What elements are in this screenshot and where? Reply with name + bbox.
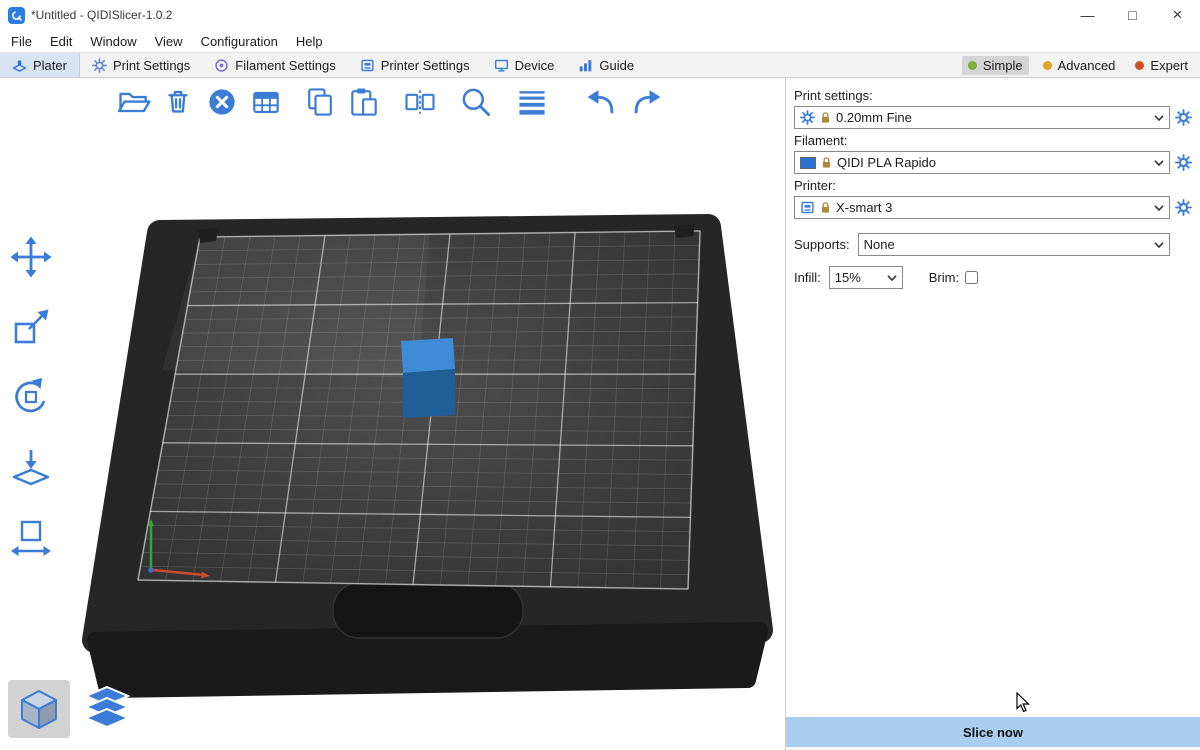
open-file-button[interactable] bbox=[116, 84, 152, 120]
window-title: *Untitled - QIDISlicer-1.0.2 bbox=[31, 8, 172, 22]
lock-icon bbox=[821, 156, 832, 169]
tab-print-settings[interactable]: Print Settings bbox=[80, 53, 202, 77]
menu-view[interactable]: View bbox=[146, 34, 192, 49]
mode-label: Simple bbox=[983, 58, 1023, 73]
split-objects-button[interactable] bbox=[402, 84, 438, 120]
filament-gear-button[interactable] bbox=[1170, 154, 1192, 171]
app-window: *Untitled - QIDISlicer-1.0.2 — □ × File … bbox=[0, 0, 1200, 750]
menu-edit[interactable]: Edit bbox=[41, 34, 81, 49]
tab-label: Printer Settings bbox=[381, 58, 470, 73]
maximize-button[interactable]: □ bbox=[1110, 0, 1155, 30]
expert-mode-dot-icon bbox=[1135, 61, 1144, 70]
menu-bar: File Edit Window View Configuration Help bbox=[0, 30, 1200, 52]
menu-help[interactable]: Help bbox=[287, 34, 332, 49]
printer-combo[interactable]: X-smart 3 bbox=[794, 196, 1170, 219]
print-profile-gear-icon bbox=[800, 110, 815, 125]
chevron-down-icon bbox=[1154, 242, 1164, 248]
title-bar: *Untitled - QIDISlicer-1.0.2 — □ × bbox=[0, 0, 1200, 30]
tab-guide[interactable]: Guide bbox=[566, 53, 646, 77]
print-settings-combo[interactable]: 0.20mm Fine bbox=[794, 106, 1170, 129]
menu-file[interactable]: File bbox=[2, 34, 41, 49]
printer-icon bbox=[800, 200, 815, 215]
tab-label: Plater bbox=[33, 58, 67, 73]
editor-view-button[interactable] bbox=[8, 680, 70, 738]
tab-label: Device bbox=[515, 58, 555, 73]
printer-gear-button[interactable] bbox=[1170, 199, 1192, 216]
mode-advanced[interactable]: Advanced bbox=[1037, 56, 1122, 75]
app-logo-icon bbox=[8, 7, 25, 24]
search-button[interactable] bbox=[458, 84, 494, 120]
chevron-down-icon bbox=[1154, 160, 1164, 166]
mouse-cursor-icon bbox=[1016, 692, 1030, 714]
supports-combo[interactable]: None bbox=[858, 233, 1170, 256]
undo-button[interactable] bbox=[584, 84, 620, 120]
print-settings-value: 0.20mm Fine bbox=[836, 110, 912, 125]
printer-label: Printer: bbox=[794, 178, 1192, 193]
tab-filament-settings[interactable]: Filament Settings bbox=[202, 53, 347, 77]
filament-color-swatch bbox=[800, 157, 816, 169]
slice-now-button[interactable]: Slice now bbox=[786, 717, 1200, 747]
filament-combo[interactable]: QIDI PLA Rapido bbox=[794, 151, 1170, 174]
gizmo-toolbar bbox=[8, 234, 54, 560]
minimize-button[interactable]: — bbox=[1065, 0, 1110, 30]
close-button[interactable]: × bbox=[1155, 0, 1200, 30]
mode-switcher: Simple Advanced Expert bbox=[962, 53, 1200, 77]
infill-combo[interactable]: 15% bbox=[829, 266, 903, 289]
tab-printer-settings[interactable]: Printer Settings bbox=[348, 53, 482, 77]
copy-button[interactable] bbox=[302, 84, 338, 120]
redo-button[interactable] bbox=[628, 84, 664, 120]
brim-label: Brim: bbox=[929, 270, 959, 285]
tab-device[interactable]: Device bbox=[482, 53, 567, 77]
mode-label: Advanced bbox=[1058, 58, 1116, 73]
infill-value: 15% bbox=[835, 270, 861, 285]
arrange-button[interactable] bbox=[248, 84, 284, 120]
handle-recess bbox=[333, 583, 523, 638]
settings-sidebar: Print settings: 0.20mm Fine Filament: QI… bbox=[785, 78, 1200, 750]
delete-all-button[interactable] bbox=[204, 84, 240, 120]
bed-clip-left bbox=[198, 228, 218, 243]
print-settings-label: Print settings: bbox=[794, 88, 1192, 103]
chevron-down-icon bbox=[1154, 205, 1164, 211]
place-on-face-tool-button[interactable] bbox=[8, 444, 54, 490]
lock-icon bbox=[820, 201, 831, 214]
tab-bar: Plater Print Settings Filament Settings … bbox=[0, 52, 1200, 78]
mirror-tool-button[interactable] bbox=[8, 514, 54, 560]
simple-mode-dot-icon bbox=[968, 61, 977, 70]
tab-label: Guide bbox=[599, 58, 634, 73]
chevron-down-icon bbox=[1154, 115, 1164, 121]
3d-scene[interactable] bbox=[0, 78, 785, 750]
menu-configuration[interactable]: Configuration bbox=[192, 34, 287, 49]
lock-icon bbox=[820, 111, 831, 124]
filament-value: QIDI PLA Rapido bbox=[837, 155, 936, 170]
paste-button[interactable] bbox=[346, 84, 382, 120]
print-settings-gear-button[interactable] bbox=[1170, 109, 1192, 126]
delete-button[interactable] bbox=[160, 84, 196, 120]
mode-label: Expert bbox=[1150, 58, 1188, 73]
tab-label: Print Settings bbox=[113, 58, 190, 73]
rotate-tool-button[interactable] bbox=[8, 374, 54, 420]
variable-layer-height-button[interactable] bbox=[514, 84, 550, 120]
printer-value: X-smart 3 bbox=[836, 200, 892, 215]
3d-viewport[interactable] bbox=[0, 78, 785, 750]
advanced-mode-dot-icon bbox=[1043, 61, 1052, 70]
preview-view-button[interactable] bbox=[76, 680, 138, 738]
filament-label: Filament: bbox=[794, 133, 1192, 148]
supports-label: Supports: bbox=[794, 237, 850, 252]
infill-label: Infill: bbox=[794, 270, 821, 285]
view-switcher bbox=[8, 680, 138, 738]
brim-checkbox[interactable] bbox=[965, 271, 978, 284]
chevron-down-icon bbox=[887, 275, 897, 281]
model-object-cube[interactable] bbox=[401, 338, 455, 418]
tab-label: Filament Settings bbox=[235, 58, 335, 73]
plater-toolbar bbox=[116, 84, 664, 120]
menu-window[interactable]: Window bbox=[81, 34, 145, 49]
mode-simple[interactable]: Simple bbox=[962, 56, 1029, 75]
supports-value: None bbox=[864, 237, 895, 252]
mode-expert[interactable]: Expert bbox=[1129, 56, 1194, 75]
tab-plater[interactable]: Plater bbox=[0, 53, 80, 77]
bed-clip-right bbox=[674, 224, 695, 238]
scale-tool-button[interactable] bbox=[8, 304, 54, 350]
move-tool-button[interactable] bbox=[8, 234, 54, 280]
